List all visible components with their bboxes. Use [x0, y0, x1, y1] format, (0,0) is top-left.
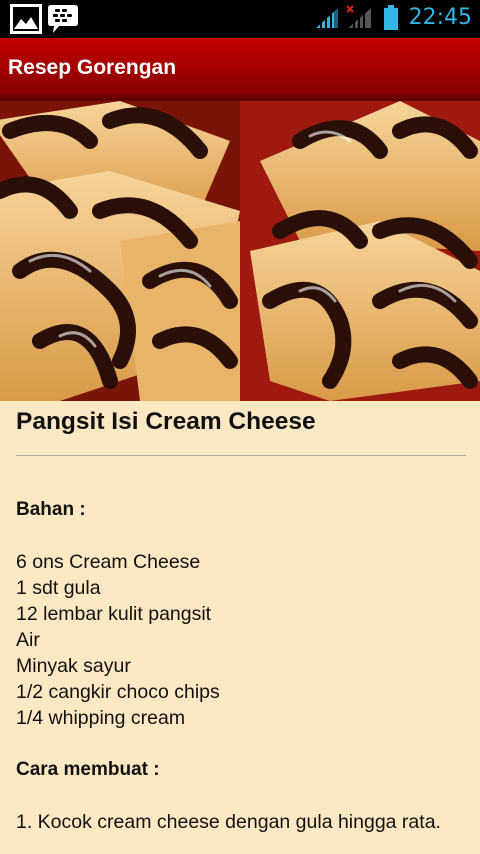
- ingredient-item: 1/2 cangkir choco chips: [16, 681, 220, 703]
- ingredient-item: Air: [16, 629, 40, 651]
- ingredient-item: 12 lembar kulit pangsit: [16, 603, 212, 625]
- ingredient-item: Minyak sayur: [16, 655, 131, 677]
- ingredient-item: 1/4 whipping cream: [16, 707, 186, 729]
- title-divider: [16, 455, 466, 456]
- ingredients-list: 6 ons Cream Cheese 1 sdt gula 12 lembar …: [16, 549, 466, 731]
- battery-icon: [383, 5, 399, 35]
- ingredient-item: 6 ons Cream Cheese: [16, 551, 201, 573]
- status-time: 22:45: [408, 5, 472, 30]
- recipe-photo: [0, 101, 480, 401]
- wifi-signal-icon: [314, 6, 340, 34]
- cell-signal-icon: [345, 4, 373, 34]
- step-item: 1. Kocok cream cheese dengan gula hingga…: [16, 811, 441, 833]
- action-bar: Resep Gorengan: [0, 38, 480, 101]
- recipe-title: Pangsit Isi Cream Cheese: [16, 408, 316, 435]
- steps-list: 1. Kocok cream cheese dengan gula hingga…: [16, 809, 466, 835]
- app-title: Resep Gorengan: [8, 56, 177, 79]
- status-bar: 22:45: [0, 0, 480, 38]
- method-label: Cara membuat :: [16, 759, 160, 780]
- bbm-notification-icon: [47, 3, 79, 39]
- ingredients-label: Bahan :: [16, 499, 86, 520]
- gallery-notification-icon: [10, 4, 42, 38]
- recipe-content: Pangsit Isi Cream Cheese Bahan : 6 ons C…: [16, 401, 466, 835]
- ingredient-item: 1 sdt gula: [16, 577, 101, 599]
